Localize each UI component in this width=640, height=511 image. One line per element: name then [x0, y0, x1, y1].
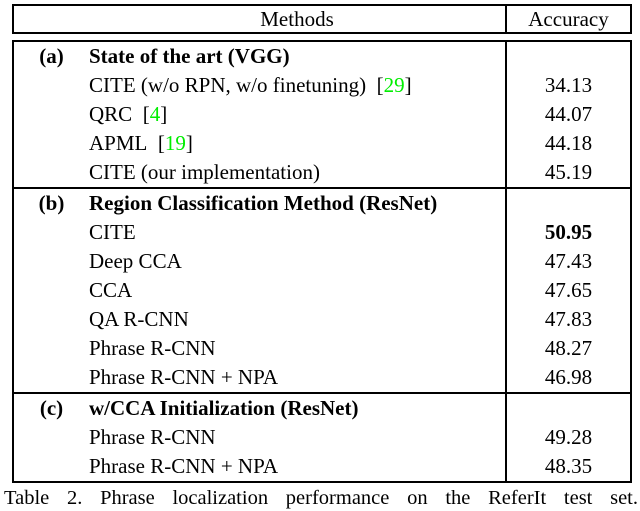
row-method-cell: Deep CCA — [89, 247, 506, 276]
row-accuracy-cell: 44.18 — [505, 129, 632, 158]
row-label-cell — [12, 334, 89, 363]
gap-cell — [13, 33, 631, 41]
section-header-row: (a) State of the art (VGG) — [12, 40, 632, 71]
section-label-a: (a) — [12, 40, 89, 71]
section-title-1: Region Classification Method (ResNet) — [89, 187, 506, 218]
row-label-cell — [12, 129, 89, 158]
table-row: Deep CCA 47.43 — [12, 247, 632, 276]
method-name: Phrase R-CNN — [89, 336, 216, 360]
section-title-accuracy-1 — [505, 187, 632, 218]
section-label-b: (b) — [12, 187, 89, 218]
method-name: CITE (our implementation) — [89, 160, 320, 184]
method-name: QA R-CNN — [89, 307, 189, 331]
section-header-row: (b) Region Classification Method (ResNet) — [12, 187, 632, 218]
header-methods-cell: Methods — [89, 4, 506, 34]
citation-ref: [29] — [376, 73, 412, 97]
row-label-cell — [12, 305, 89, 334]
row-accuracy-cell: 48.27 — [505, 334, 632, 363]
row-accuracy-cell: 50.95 — [505, 218, 632, 247]
results-table-container: Methods Accuracy (a) State of the art (VGG)… — [12, 4, 632, 483]
row-label-cell — [12, 452, 89, 483]
method-name: Phrase R-CNN + NPA — [89, 365, 278, 389]
row-label-cell — [12, 71, 89, 100]
table-row: QRC [4] 44.07 — [12, 100, 632, 129]
row-method-cell: Phrase R-CNN + NPA — [89, 363, 506, 393]
row-label-cell — [12, 423, 89, 452]
citation-number: 4 — [149, 102, 161, 126]
row-method-cell: CITE (w/o RPN, w/o finetuning) [29] — [89, 71, 506, 100]
citation-number: 29 — [383, 73, 405, 97]
results-table: Methods Accuracy (a) State of the art (VGG)… — [12, 4, 632, 483]
row-accuracy-cell: 47.83 — [505, 305, 632, 334]
row-label-cell — [12, 100, 89, 129]
row-label-cell — [12, 247, 89, 276]
method-name: Phrase R-CNN + NPA — [89, 454, 278, 478]
table-row: Phrase R-CNN 49.28 — [12, 423, 632, 452]
row-label-cell — [12, 363, 89, 393]
results-table-body: Methods Accuracy (a) State of the art (VGG)… — [12, 4, 632, 483]
row-label-cell — [12, 276, 89, 305]
row-method-cell: CITE (our implementation) — [89, 158, 506, 188]
table-row: CITE (w/o RPN, w/o finetuning) [29] 34.13 — [12, 71, 632, 100]
section-title-accuracy-2 — [505, 392, 632, 423]
header-body-gap — [13, 33, 631, 41]
row-accuracy-cell: 44.07 — [505, 100, 632, 129]
table-row: CCA 47.65 — [12, 276, 632, 305]
table-row: Phrase R-CNN + NPA 46.98 — [12, 363, 632, 393]
citation-ref: [4] — [142, 102, 168, 126]
method-name: CITE (w/o RPN, w/o finetuning) — [89, 73, 367, 97]
row-method-cell: QRC [4] — [89, 100, 506, 129]
row-method-cell: Phrase R-CNN + NPA — [89, 452, 506, 483]
table-header-row: Methods Accuracy — [12, 4, 632, 34]
section-header-row: (c) w/CCA Initialization (ResNet) — [12, 392, 632, 423]
table-row: CITE (our implementation) 45.19 — [12, 158, 632, 188]
row-method-cell: CITE — [89, 218, 506, 247]
table-row: APML [19] 44.18 — [12, 129, 632, 158]
section-title-accuracy-0 — [505, 40, 632, 71]
section-title-0: State of the art (VGG) — [89, 40, 506, 71]
table-caption: Table 2. Phrase localization performance… — [4, 487, 638, 509]
row-method-cell: QA R-CNN — [89, 305, 506, 334]
row-method-cell: Phrase R-CNN — [89, 423, 506, 452]
row-method-cell: APML [19] — [89, 129, 506, 158]
figure-page: Methods Accuracy (a) State of the art (VGG)… — [0, 0, 640, 511]
row-accuracy-cell: 47.65 — [505, 276, 632, 305]
row-accuracy-cell: 48.35 — [505, 452, 632, 483]
row-accuracy-cell: 45.19 — [505, 158, 632, 188]
header-accuracy-cell: Accuracy — [505, 4, 632, 34]
citation-ref: [19] — [157, 131, 193, 155]
method-name: CCA — [89, 278, 133, 302]
method-name: QRC — [89, 102, 133, 126]
table-row: Phrase R-CNN + NPA 48.35 — [12, 452, 632, 483]
row-accuracy-cell: 49.28 — [505, 423, 632, 452]
row-method-cell: CCA — [89, 276, 506, 305]
row-accuracy-cell: 34.13 — [505, 71, 632, 100]
method-name: CITE — [89, 220, 136, 244]
row-label-cell — [12, 158, 89, 188]
method-name: Deep CCA — [89, 249, 182, 273]
table-row: QA R-CNN 47.83 — [12, 305, 632, 334]
section-label-c: (c) — [12, 392, 89, 423]
table-row: CITE 50.95 — [12, 218, 632, 247]
row-accuracy-cell: 46.98 — [505, 363, 632, 393]
row-accuracy-cell: 47.43 — [505, 247, 632, 276]
row-method-cell: Phrase R-CNN — [89, 334, 506, 363]
method-name: APML — [89, 131, 148, 155]
section-title-2: w/CCA Initialization (ResNet) — [89, 392, 506, 423]
table-row: Phrase R-CNN 48.27 — [12, 334, 632, 363]
row-label-cell — [12, 218, 89, 247]
header-label-cell — [12, 4, 89, 34]
citation-number: 19 — [164, 131, 186, 155]
method-name: Phrase R-CNN — [89, 425, 216, 449]
